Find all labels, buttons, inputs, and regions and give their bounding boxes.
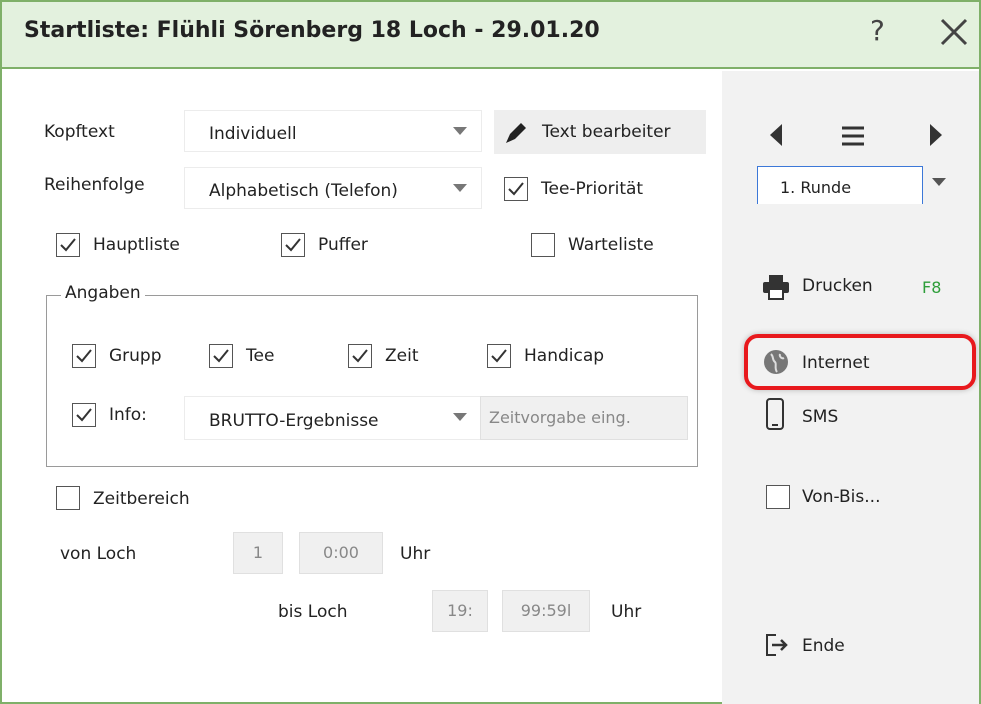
exit-icon <box>764 632 790 658</box>
ende-label: Ende <box>802 636 845 656</box>
checkmark-icon <box>508 182 524 196</box>
reihenfolge-label: Reihenfolge <box>44 175 145 195</box>
kopftext-select[interactable]: Individuell <box>184 110 482 152</box>
phone-icon <box>765 397 785 431</box>
zeitbereich-checkbox[interactable] <box>56 486 80 510</box>
close-icon[interactable] <box>938 16 970 48</box>
zeitvorgabe-input[interactable]: Zeitvorgabe eing. <box>480 396 688 440</box>
info-checkbox[interactable] <box>72 403 96 427</box>
internet-button[interactable]: Internet <box>802 353 870 373</box>
window-title: Startliste: Flühli Sörenberg 18 Loch - 2… <box>24 18 600 43</box>
info-value: BRUTTO-Ergebnisse <box>209 411 379 431</box>
checkmark-icon <box>491 349 507 363</box>
help-icon[interactable]: ? <box>870 14 885 47</box>
warteliste-label: Warteliste <box>568 235 654 255</box>
tee-prioritaet-label: Tee-Priorität <box>541 179 644 199</box>
checkmark-icon <box>352 349 368 363</box>
zeitbereich-label: Zeitbereich <box>93 489 190 509</box>
reihenfolge-select[interactable]: Alphabetisch (Telefon) <box>184 167 482 209</box>
menu-icon[interactable] <box>838 123 868 149</box>
title-bar: Startliste: Flühli Sörenberg 18 Loch - 2… <box>2 2 979 69</box>
pencil-icon <box>506 123 526 143</box>
grupp-checkbox[interactable] <box>72 344 96 368</box>
sms-button[interactable]: SMS <box>802 407 838 427</box>
chevron-down-icon <box>453 127 467 135</box>
puffer-checkbox[interactable] <box>281 233 305 257</box>
von-loch-label: von Loch <box>60 544 137 564</box>
checkmark-icon <box>60 238 76 252</box>
text-bearbeiten-button[interactable]: Text bearbeiter <box>494 110 706 154</box>
startliste-dialog: Startliste: Flühli Sörenberg 18 Loch - 2… <box>0 0 981 704</box>
tee-label: Tee <box>246 346 275 366</box>
von-time-input[interactable]: 0:00 <box>299 532 383 574</box>
bis-time-input[interactable]: 99:59l <box>502 590 590 632</box>
drucken-label: Drucken <box>802 276 873 296</box>
von-bis-checkbox[interactable] <box>766 485 790 509</box>
grupp-label: Grupp <box>109 346 162 366</box>
drucken-button[interactable]: Drucken <box>802 276 873 296</box>
ende-button[interactable]: Ende <box>802 636 845 656</box>
chevron-down-icon <box>453 413 467 421</box>
bis-loch-label: bis Loch <box>278 602 348 622</box>
sms-label: SMS <box>802 407 839 427</box>
hauptliste-label: Hauptliste <box>93 235 180 255</box>
warteliste-checkbox[interactable] <box>531 233 555 257</box>
next-icon[interactable] <box>926 122 944 148</box>
tee-prioritaet-checkbox[interactable] <box>504 177 528 201</box>
checkmark-icon <box>285 238 301 252</box>
checkmark-icon <box>76 349 92 363</box>
hauptliste-checkbox[interactable] <box>56 233 80 257</box>
angaben-group: Angaben <box>46 283 698 467</box>
zeit-label: Zeit <box>385 346 419 366</box>
handicap-checkbox[interactable] <box>487 344 511 368</box>
drucken-shortcut: F8 <box>922 278 942 297</box>
kopftext-value: Individuell <box>209 124 297 144</box>
checkmark-icon <box>76 408 92 422</box>
runde-value: 1. Runde <box>780 178 852 197</box>
runde-select[interactable]: 1. Runde <box>757 166 923 204</box>
tee-checkbox[interactable] <box>209 344 233 368</box>
uhr-label: Uhr <box>400 544 431 564</box>
uhr-label: Uhr <box>611 602 642 622</box>
von-bis-label[interactable]: Von-Bis... <box>802 487 880 507</box>
info-select[interactable]: BRUTTO-Ergebnisse <box>184 396 482 440</box>
printer-icon <box>762 274 790 300</box>
text-bearbeiten-label: Text bearbeiter <box>542 122 671 142</box>
handicap-label: Handicap <box>524 346 605 366</box>
chevron-down-icon <box>453 184 467 192</box>
puffer-label: Puffer <box>318 235 368 255</box>
previous-icon[interactable] <box>768 122 786 148</box>
info-label: Info: <box>109 405 147 425</box>
chevron-down-icon[interactable] <box>932 178 946 186</box>
checkmark-icon <box>213 349 229 363</box>
reihenfolge-value: Alphabetisch (Telefon) <box>209 181 398 201</box>
von-loch-input[interactable]: 1 <box>233 532 283 574</box>
globe-icon <box>762 348 790 376</box>
internet-label: Internet <box>802 353 870 373</box>
angaben-legend: Angaben <box>61 283 145 303</box>
kopftext-label: Kopftext <box>44 122 115 142</box>
zeit-checkbox[interactable] <box>348 344 372 368</box>
bis-loch-input[interactable]: 19: <box>432 590 488 632</box>
